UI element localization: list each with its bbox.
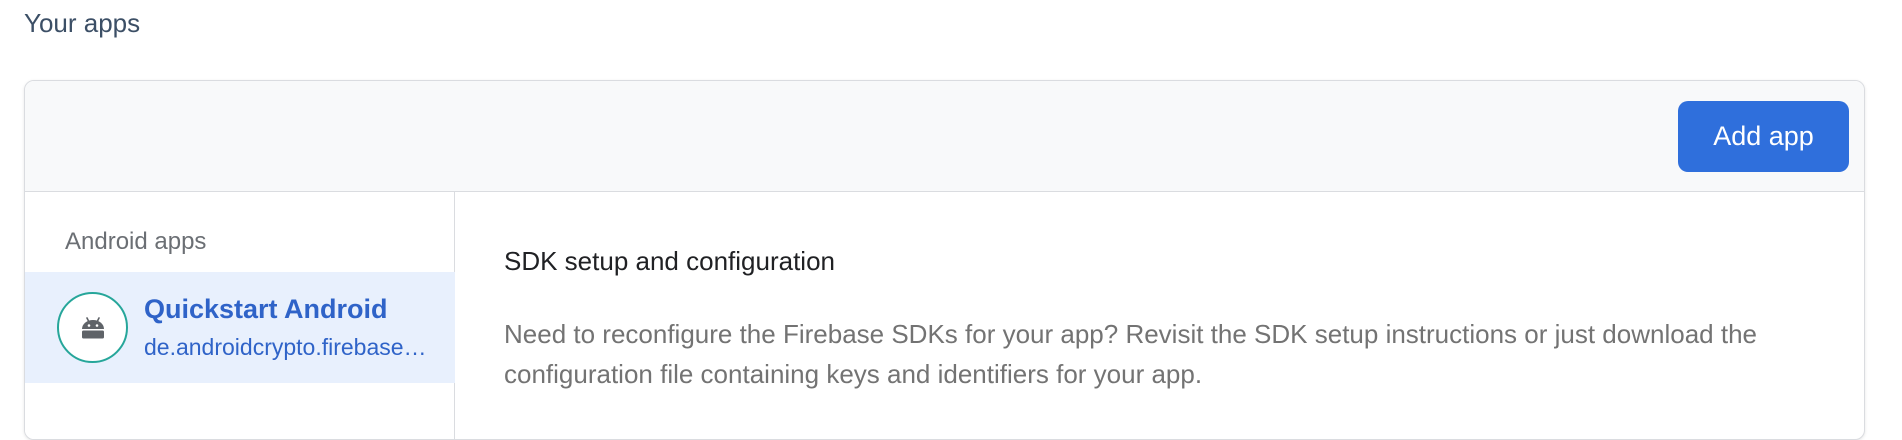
android-icon [81, 316, 104, 338]
apps-sidebar: Android apps Quickstart Android de.andro… [25, 192, 455, 439]
add-app-button[interactable]: Add app [1678, 101, 1849, 172]
app-details: SDK setup and configuration Need to reco… [456, 192, 1864, 439]
app-name: Quickstart Android [144, 294, 388, 324]
app-avatar [57, 292, 128, 363]
section-title: Your apps [24, 8, 141, 38]
card-header: Add app [25, 81, 1864, 192]
sdk-setup-description: Need to reconfigure the Firebase SDKs fo… [504, 319, 1757, 389]
apps-card: Add app Android apps Quickstart Android … [24, 80, 1865, 440]
app-package-id: de.androidcrypto.firebase… [144, 334, 427, 360]
sidebar-heading: Android apps [65, 228, 207, 255]
sdk-setup-title: SDK setup and configuration [504, 246, 835, 276]
app-list-item[interactable]: Quickstart Android de.androidcrypto.fire… [25, 272, 455, 383]
